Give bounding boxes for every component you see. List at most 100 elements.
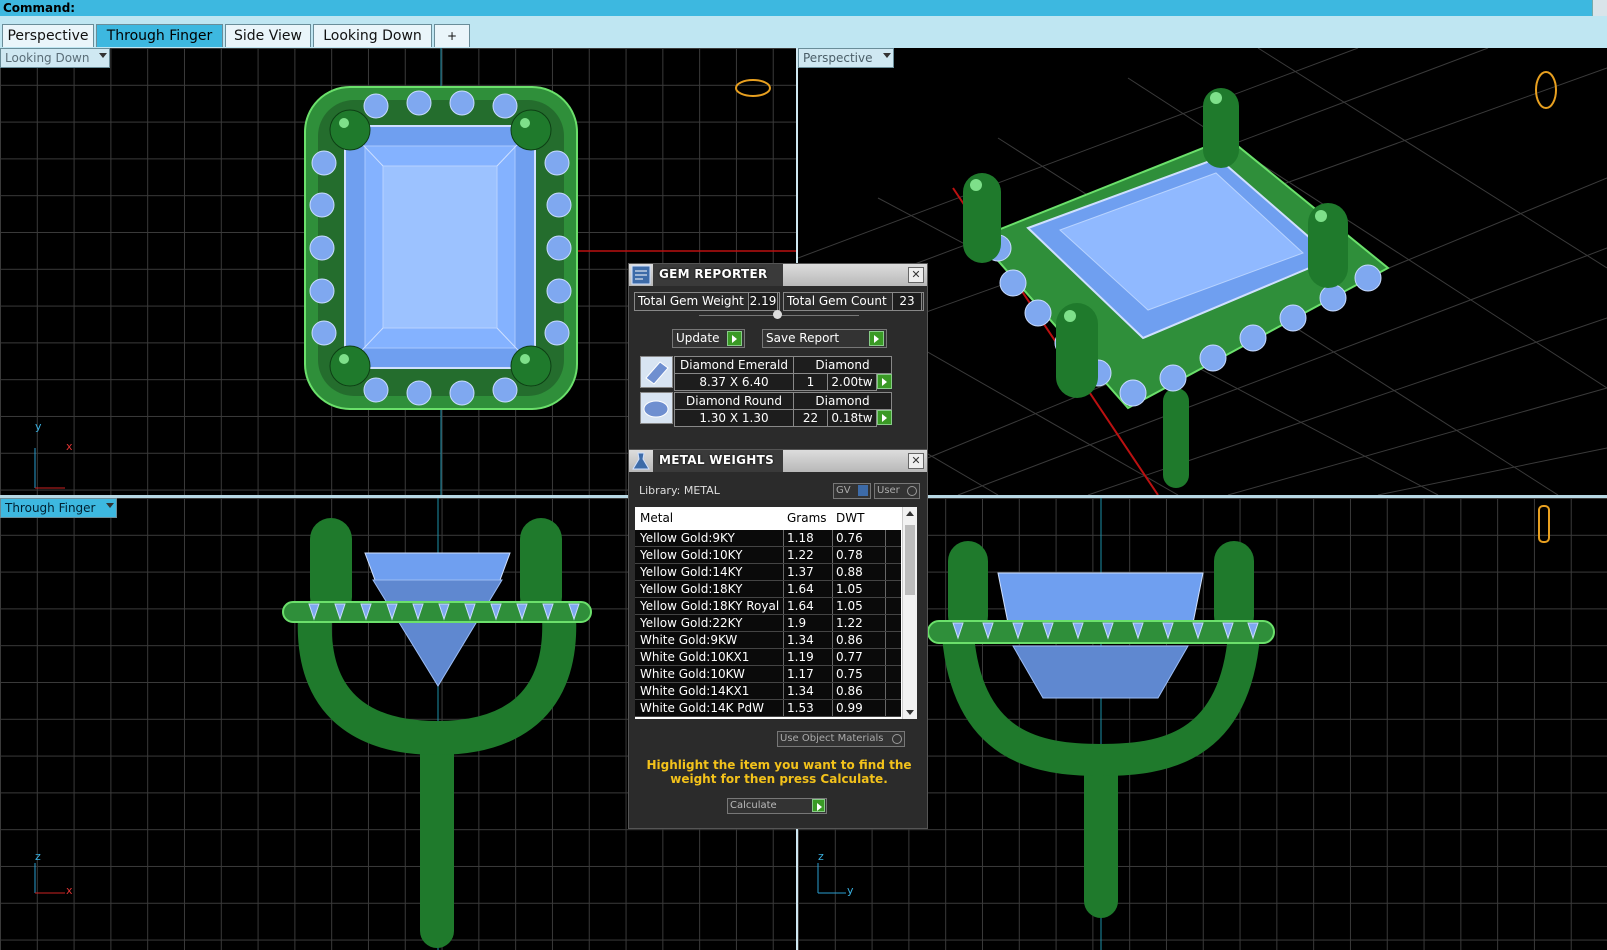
emerald-cut-icon [640,356,673,388]
column-divider [885,632,886,648]
gv-toggle[interactable]: GV [833,483,871,499]
column-divider [832,649,833,665]
save-report-label: Save Report [766,331,840,345]
metal-name: White Gold:14KX1 [640,684,750,698]
table-row[interactable]: Yellow Gold:18KY 1.64 1.05 [635,581,901,598]
axis-z-label: z [818,850,824,863]
select-gem-button[interactable] [877,374,892,389]
command-scroll[interactable] [1592,0,1607,16]
gem-count: 1 [793,373,828,391]
command-bar[interactable]: Command: [0,0,1607,16]
scroll-up-icon[interactable] [906,511,914,516]
info-icon [858,485,868,496]
user-toggle[interactable]: User [874,483,920,499]
gem-weight: 2.00tw [827,373,877,391]
tab-side-view[interactable]: Side View [225,24,311,47]
viewport-label-perspective[interactable]: Perspective [798,48,894,68]
column-divider [832,530,833,546]
column-divider [885,598,886,614]
table-row[interactable]: White Gold:9KW 1.34 0.86 [635,632,901,649]
metal-table[interactable]: Metal Grams DWT Yellow Gold:9KY 1.18 0.76 Y… [635,507,917,719]
column-divider [885,581,886,597]
tab-looking-down[interactable]: Looking Down [313,24,432,47]
axis-x-label: x [66,884,73,897]
close-icon[interactable]: ✕ [908,453,924,469]
column-divider [832,700,833,716]
scroll-down-icon[interactable] [906,710,914,715]
update-button[interactable]: Update [672,329,745,348]
gem-material: Diamond [793,356,892,374]
column-divider [832,666,833,682]
metal-dwt: 0.86 [836,684,863,698]
calculate-label: Calculate [730,800,777,811]
use-object-materials-toggle[interactable]: Use Object Materials [777,731,905,747]
viewport-label-through-finger[interactable]: Through Finger [0,498,117,518]
gem-name: Diamond Emerald [674,356,794,374]
column-divider [783,530,784,546]
metal-name: White Gold:10KW [640,667,745,681]
column-divider [885,683,886,699]
radio-icon [907,486,917,496]
splitter-handle[interactable] [773,310,782,319]
table-row[interactable]: White Gold:14K PdW 1.53 0.99 [635,700,901,717]
table-row[interactable]: Yellow Gold:22KY 1.9 1.22 [635,615,901,632]
select-gem-button[interactable] [877,410,892,425]
table-row[interactable]: Yellow Gold:9KY 1.18 0.76 [635,530,901,547]
library-label: Library: METAL [639,484,720,497]
metal-name: White Gold:14K PdW [640,701,765,715]
chevron-down-icon[interactable] [99,53,108,58]
gem-size: 1.30 X 1.30 [674,409,794,427]
column-divider [832,615,833,631]
metal-name: White Gold:9KW [640,633,738,647]
column-divider [885,666,886,682]
column-divider [832,564,833,580]
metal-grams: 1.37 [787,565,814,579]
viewport-label-looking-down[interactable]: Looking Down [0,48,111,68]
column-divider [783,632,784,648]
gem-count: 22 [793,409,828,427]
metal-grams: 1.19 [787,650,814,664]
metal-dwt: 1.22 [836,616,863,630]
metal-dwt: 0.88 [836,565,863,579]
metal-weights-titlebar[interactable]: METAL WEIGHTS ✕ [629,450,927,472]
metal-grams: 1.64 [787,599,814,613]
table-row[interactable]: White Gold:10KW 1.17 0.75 [635,666,901,683]
gem-reporter-title: GEM REPORTER [659,267,768,281]
save-report-button[interactable]: Save Report [762,329,887,348]
column-divider [832,683,833,699]
metal-grams: 1.34 [787,684,814,698]
axis-y-label: y [35,420,42,433]
column-divider [783,649,784,665]
metal-table-scrollbar[interactable] [902,507,917,719]
column-divider [832,598,833,614]
column-divider [832,632,833,648]
metal-name: Yellow Gold:10KY [640,548,743,562]
tab-perspective[interactable]: Perspective [2,24,94,47]
column-divider [783,581,784,597]
viewport-label-text: Through Finger [5,501,96,515]
table-row[interactable]: Yellow Gold:10KY 1.22 0.78 [635,547,901,564]
metal-grams: 1.34 [787,633,814,647]
command-label: Command: [3,1,76,15]
close-icon[interactable]: ✕ [908,267,924,283]
chevron-down-icon[interactable] [105,503,114,508]
scroll-thumb[interactable] [905,525,915,595]
table-row[interactable]: Yellow Gold:14KY 1.37 0.88 [635,564,901,581]
metal-dwt: 0.99 [836,701,863,715]
gem-reporter-titlebar[interactable]: GEM REPORTER ✕ [629,264,927,286]
flask-icon [632,452,650,470]
column-divider [783,615,784,631]
metal-name: Yellow Gold:18KY [640,582,743,596]
table-row[interactable]: White Gold:14KX1 1.34 0.86 [635,683,901,700]
add-tab-button[interactable]: + [434,24,470,47]
calculate-button[interactable]: Calculate [727,798,827,814]
use-object-materials-label: Use Object Materials [780,733,884,744]
total-gem-count-value: 23 [892,292,922,311]
round-cut-icon [640,392,673,424]
metal-dwt: 0.76 [836,531,863,545]
table-row[interactable]: Yellow Gold:18KY Royal 1.64 1.05 [635,598,901,615]
table-row[interactable]: White Gold:10KX1 1.19 0.77 [635,649,901,666]
chevron-down-icon[interactable] [882,53,891,58]
metal-weights-title: METAL WEIGHTS [659,453,775,467]
tab-through-finger[interactable]: Through Finger [96,24,223,47]
